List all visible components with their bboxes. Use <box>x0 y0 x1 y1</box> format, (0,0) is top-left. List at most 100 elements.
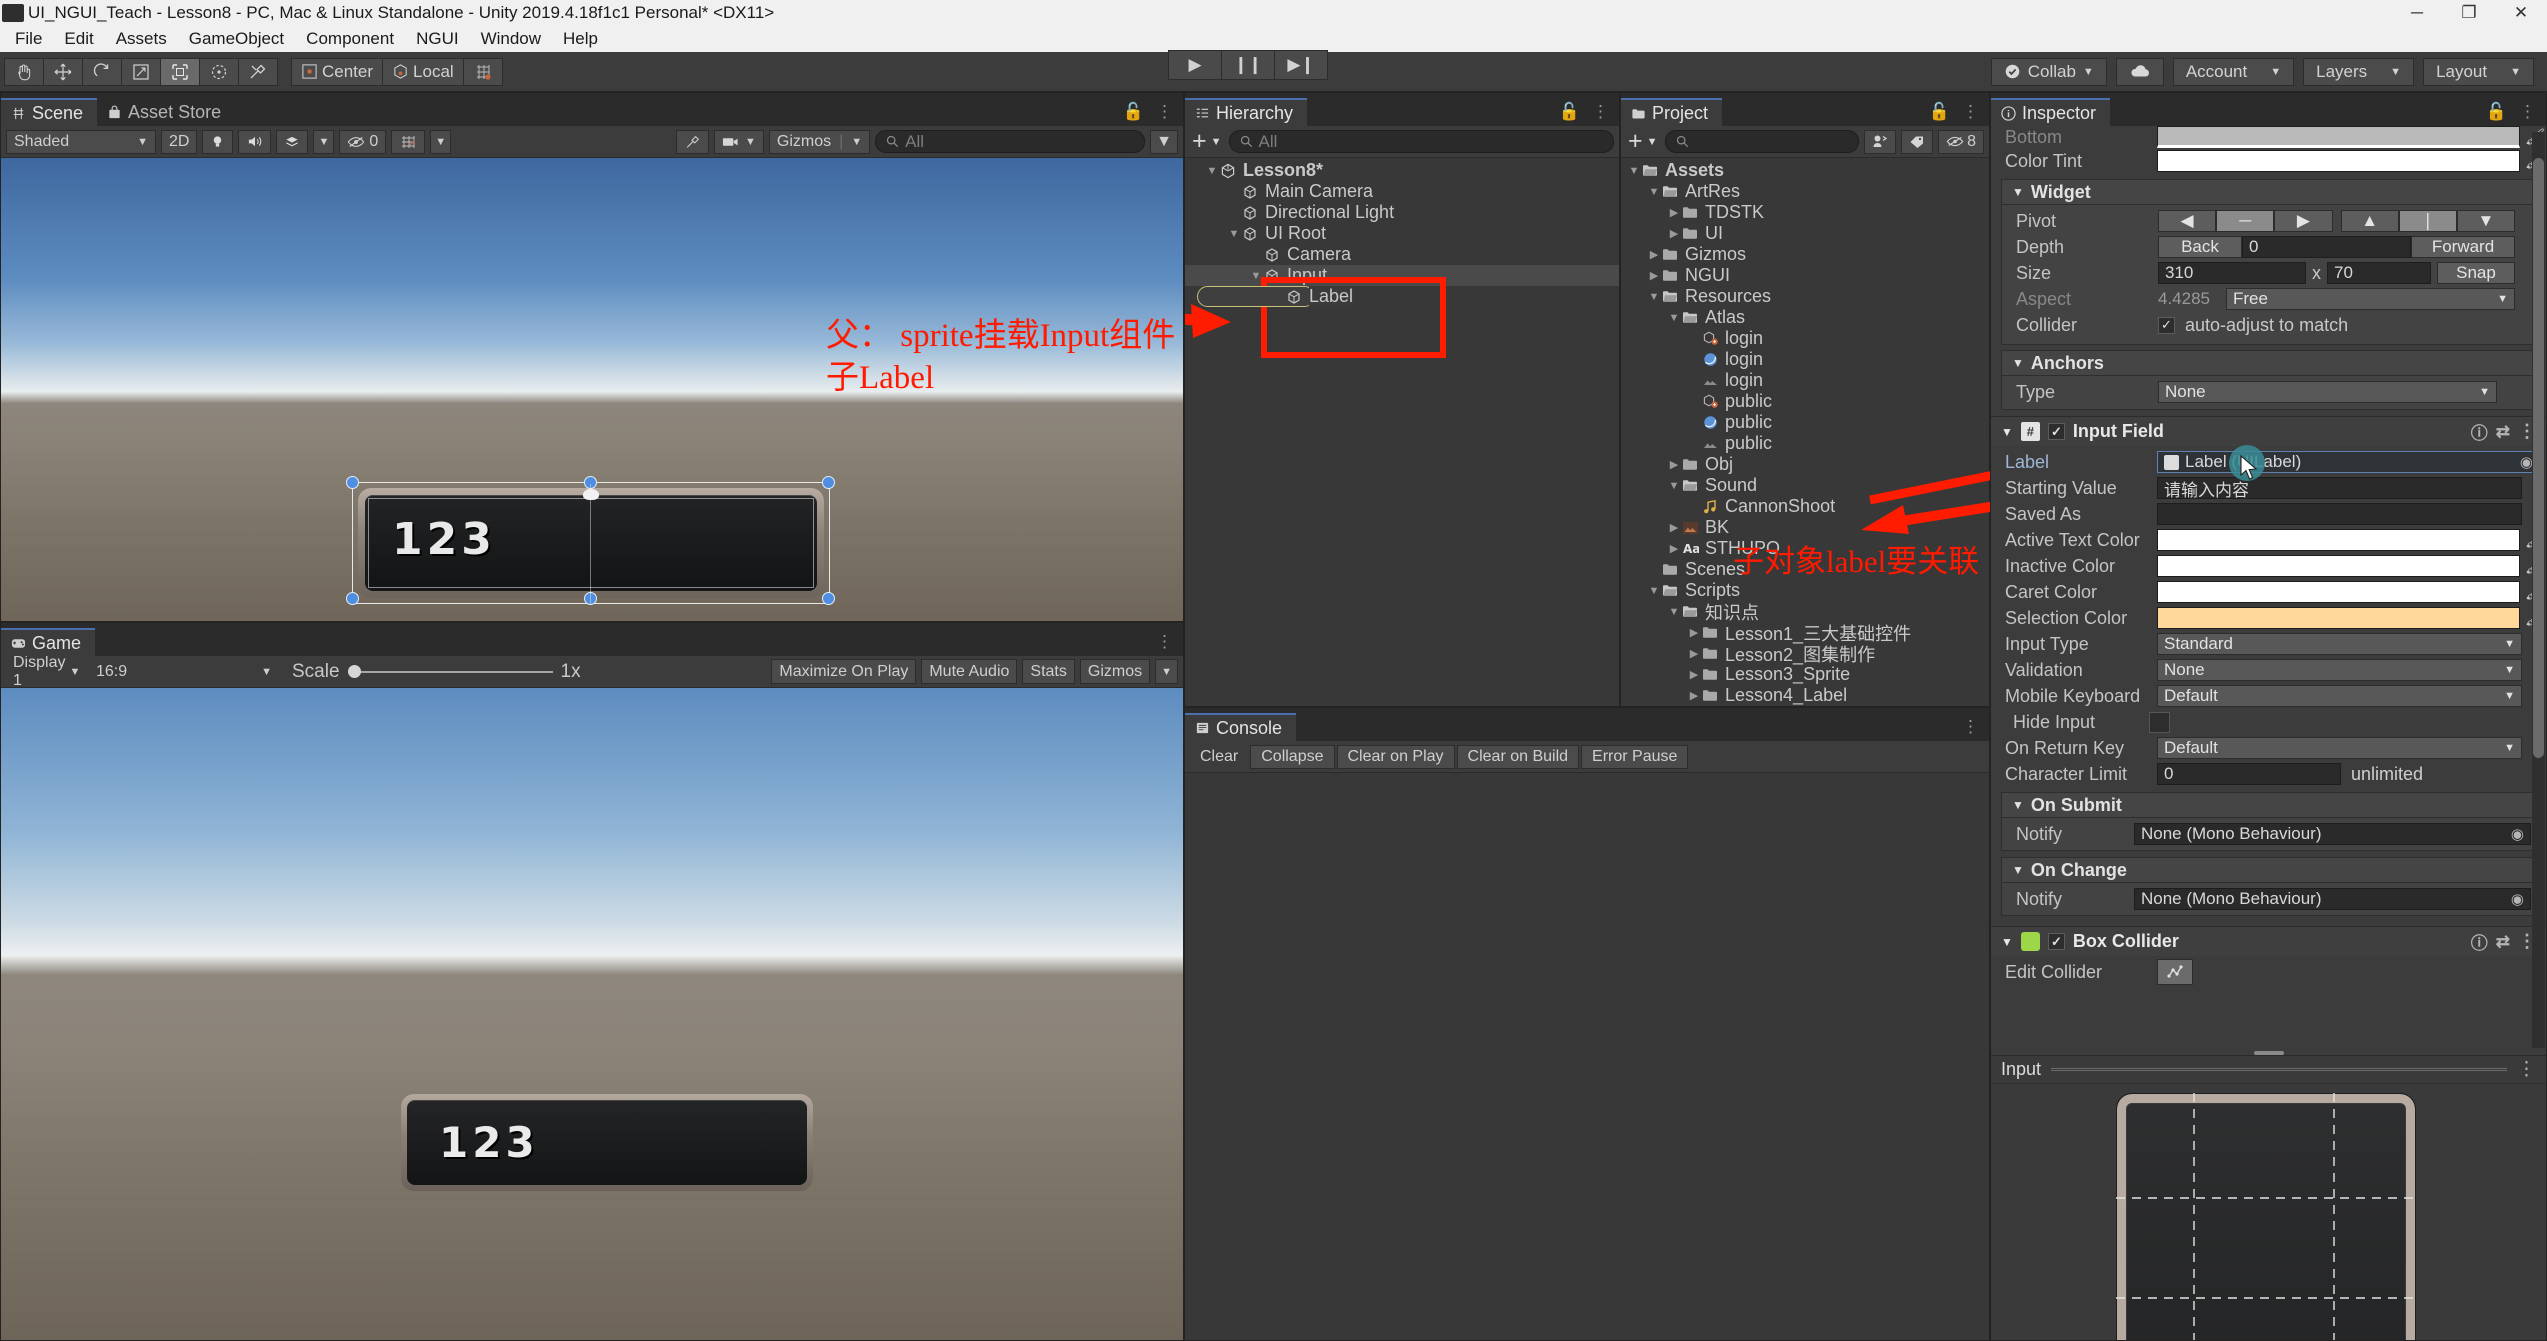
game-gizmos-toggle[interactable]: Gizmos <box>1079 659 1151 684</box>
on-submit-notify-field[interactable]: None (Mono Behaviour) ◉ <box>2134 823 2531 845</box>
project-tree-item[interactable]: ▼ Resources <box>1621 286 1989 307</box>
menu-item-file[interactable]: File <box>4 27 53 51</box>
caret-color-swatch[interactable] <box>2157 581 2520 603</box>
audio-toggle-icon[interactable] <box>238 129 272 154</box>
tab-console[interactable]: Console <box>1185 713 1297 741</box>
hierarchy-add-button[interactable]: + ▼ <box>1190 127 1224 156</box>
scene-camera-icon[interactable]: ▼ <box>713 129 764 154</box>
rotate-tool-icon[interactable] <box>82 57 122 86</box>
triangle-down-icon[interactable]: ▼ <box>1667 480 1681 492</box>
color-tint-swatch[interactable] <box>2157 150 2520 172</box>
widget-section-header[interactable]: ▼ Widget <box>2001 179 2538 205</box>
menu-item-ngui[interactable]: NGUI <box>405 27 470 51</box>
console-error-pause-toggle[interactable]: Error Pause <box>1581 744 1689 769</box>
kebab-menu-icon[interactable]: ⋮ <box>2517 1058 2536 1081</box>
depth-forward-button[interactable]: Forward <box>2411 236 2515 258</box>
preview-resize-handle[interactable] <box>2253 1051 2284 1055</box>
anchor-type-dropdown[interactable]: None ▼ <box>2158 381 2497 403</box>
project-tree-item[interactable]: login <box>1621 370 1989 391</box>
project-tree-item[interactable]: login <box>1621 349 1989 370</box>
triangle-right-icon[interactable]: ▶ <box>1647 248 1661 261</box>
tab-scene[interactable]: Scene <box>1 98 98 126</box>
kebab-menu-icon[interactable]: ⋮ <box>1156 632 1173 652</box>
pivot-bottom-button[interactable]: ▼ <box>2456 210 2516 232</box>
project-tree-item[interactable]: ▼ ArtRes <box>1621 181 1989 202</box>
triangle-right-icon[interactable]: ▶ <box>1667 521 1681 534</box>
console-clear-button[interactable]: Clear <box>1190 744 1249 769</box>
pivot-center-h-button[interactable]: ─ <box>2216 210 2275 232</box>
hierarchy-tree-item[interactable]: Label <box>1185 286 1619 307</box>
inspector-scrollbar-thumb[interactable] <box>2533 158 2544 758</box>
rect-tool-icon[interactable] <box>160 57 200 86</box>
project-tree-item[interactable]: public <box>1621 412 1989 433</box>
validation-dropdown[interactable]: None ▼ <box>2157 659 2522 681</box>
close-button[interactable]: ✕ <box>2495 0 2547 26</box>
mobile-keyboard-dropdown[interactable]: Default ▼ <box>2157 685 2522 707</box>
project-tree-item[interactable]: public <box>1621 433 1989 454</box>
scene-search-input[interactable]: All <box>875 130 1146 153</box>
lock-icon[interactable]: 🔓 <box>2486 102 2507 122</box>
tab-inspector[interactable]: Inspector <box>1991 98 2111 126</box>
hierarchy-tree-item[interactable]: Main Camera <box>1185 181 1619 202</box>
console-clear-on-play-toggle[interactable]: Clear on Play <box>1336 744 1455 769</box>
maximize-button[interactable]: ❐ <box>2443 0 2495 26</box>
hidden-packages-icon[interactable]: 8 <box>1938 129 1984 154</box>
collab-button[interactable]: Collab ▼ <box>1990 57 2107 86</box>
triangle-down-icon[interactable]: ▼ <box>1249 270 1263 282</box>
on-change-notify-field[interactable]: None (Mono Behaviour) ◉ <box>2134 888 2531 910</box>
layout-button[interactable]: Layout ▼ <box>2423 57 2534 86</box>
project-tree-item[interactable]: ▼ Scripts <box>1621 580 1989 601</box>
hierarchy-search-input[interactable]: All <box>1228 130 1614 153</box>
triangle-right-icon[interactable]: ▶ <box>1687 626 1701 639</box>
hide-input-checkbox[interactable] <box>2149 711 2170 733</box>
scene-viewport[interactable]: 123 父： sprite挂载Input组件 子Label <box>1 158 1183 621</box>
input-field-component-header[interactable]: ▼ # ✓ Input Field ⓘ ⇄ ⋮ <box>1991 416 2546 446</box>
depth-back-button[interactable]: Back <box>2158 236 2242 258</box>
console-log-area[interactable] <box>1185 773 1989 1340</box>
input-field-enabled-checkbox[interactable]: ✓ <box>2047 423 2065 440</box>
inspector-scrollbar[interactable] <box>2532 132 2545 1048</box>
gizmos-dropdown[interactable]: Gizmos | ▼ <box>768 129 871 154</box>
project-search-input[interactable] <box>1664 130 1860 153</box>
project-tree-item[interactable]: ▶ NGUI <box>1621 265 1989 286</box>
aspect-mode-dropdown[interactable]: Free ▼ <box>2226 288 2515 310</box>
project-tree-item[interactable]: ▼ Atlas <box>1621 307 1989 328</box>
depth-value-input[interactable]: 0 <box>2242 236 2411 258</box>
label-object-field[interactable]: Label (UILabel) ◉ <box>2157 451 2540 473</box>
triangle-right-icon[interactable]: ▶ <box>1667 542 1681 555</box>
help-icon[interactable]: ⓘ <box>2471 929 2488 954</box>
triangle-down-icon[interactable]: ▼ <box>1205 165 1219 177</box>
console-clear-on-build-toggle[interactable]: Clear on Build <box>1456 744 1580 769</box>
custom-tool-icon[interactable] <box>238 57 278 86</box>
help-icon[interactable]: ⓘ <box>2471 419 2488 444</box>
move-tool-icon[interactable] <box>43 57 83 86</box>
effects-toggle-icon[interactable] <box>276 129 309 154</box>
selection-color-swatch[interactable] <box>2157 607 2520 629</box>
effects-dropdown[interactable]: ▼ <box>313 129 335 154</box>
project-add-button[interactable]: + ▼ <box>1626 127 1660 156</box>
shading-mode-dropdown[interactable]: Shaded ▼ <box>6 129 156 154</box>
triangle-right-icon[interactable]: ▶ <box>1687 668 1701 681</box>
preset-icon[interactable]: ⇄ <box>2496 422 2510 442</box>
triangle-down-icon[interactable]: ▼ <box>1647 186 1661 198</box>
on-submit-header[interactable]: ▼ On Submit <box>2001 792 2538 818</box>
on-return-key-dropdown[interactable]: Default ▼ <box>2157 737 2522 759</box>
game-viewport[interactable]: 123 <box>1 688 1183 1340</box>
maximize-on-play-toggle[interactable]: Maximize On Play <box>771 659 917 684</box>
tab-project[interactable]: Project <box>1621 98 1723 126</box>
project-tree-item[interactable]: login <box>1621 328 1989 349</box>
aspect-dropdown[interactable]: 16:9 ▼ <box>89 659 279 684</box>
triangle-down-icon[interactable]: ▼ <box>1667 606 1681 618</box>
pivot-mode-button[interactable]: Center <box>291 57 384 86</box>
tab-game[interactable]: Game <box>1 628 96 656</box>
box-collider-enabled-checkbox[interactable]: ✓ <box>2047 933 2065 950</box>
triangle-down-icon[interactable]: ▼ <box>1667 312 1681 324</box>
stats-toggle[interactable]: Stats <box>1022 659 1075 684</box>
object-picker-icon[interactable]: ◉ <box>2511 825 2524 843</box>
console-collapse-toggle[interactable]: Collapse <box>1250 744 1335 769</box>
lock-icon[interactable]: 🔓 <box>1123 102 1144 122</box>
pause-button[interactable]: ❙❙ <box>1221 50 1275 80</box>
triangle-down-icon[interactable]: ▼ <box>1647 291 1661 303</box>
hierarchy-tree-item[interactable]: ▼ UI Root <box>1185 223 1619 244</box>
pivot-right-button[interactable]: ▶ <box>2274 210 2333 232</box>
